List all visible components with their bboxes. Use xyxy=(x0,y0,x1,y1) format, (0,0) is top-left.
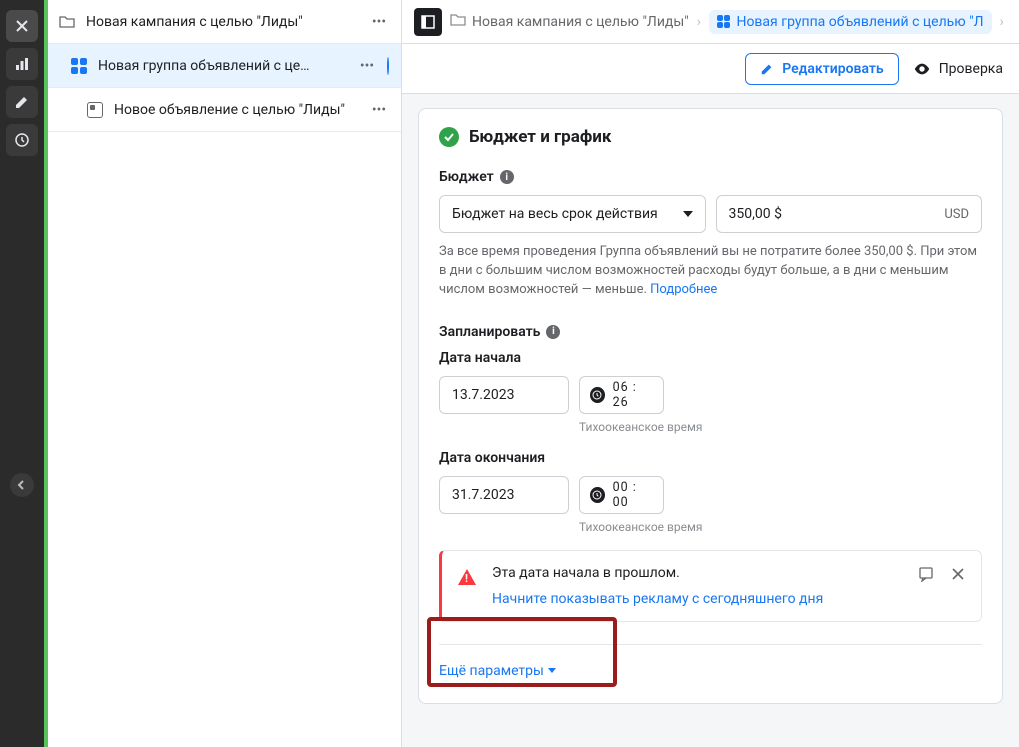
end-time-input[interactable]: 00 : 00 xyxy=(579,476,664,514)
info-icon[interactable]: i xyxy=(546,325,560,339)
adset-icon xyxy=(70,57,88,75)
tree-campaign-label: Новая кампания с целью "Лиды" xyxy=(86,14,359,30)
tree-status-bar xyxy=(44,0,48,747)
crumb-adset-label: Новая группа объявлений с целью "Л xyxy=(736,14,983,30)
main-panel: Новая кампания с целью "Лиды" › Новая гр… xyxy=(402,0,1019,747)
budget-label: Бюджет i xyxy=(439,169,982,185)
crumb-adset[interactable]: Новая группа объявлений с целью "Л xyxy=(709,10,992,34)
breadcrumb: Новая кампания с целью "Лиды" › Новая гр… xyxy=(402,0,1019,44)
budget-amount-value: 350,00 $ xyxy=(729,206,782,222)
crumb-campaign-label: Новая кампания с целью "Лиды" xyxy=(472,14,689,30)
more-options-link[interactable]: Ещё параметры xyxy=(439,663,556,679)
tree-adset-label: Новая группа объявлений с це… xyxy=(98,58,347,74)
budget-type-value: Бюджет на весь срок действия xyxy=(452,206,658,222)
edit-icon[interactable] xyxy=(6,86,38,118)
clock-icon xyxy=(590,387,605,403)
feedback-icon[interactable] xyxy=(917,565,935,583)
timezone-label: Тихоокеанское время xyxy=(579,420,982,434)
budget-currency: USD xyxy=(944,207,969,222)
close-alert-button[interactable] xyxy=(949,565,967,583)
edit-button[interactable]: Редактировать xyxy=(745,53,898,85)
tree-row-ad[interactable]: Новое объявление с целью "Лиды" ••• xyxy=(44,88,401,132)
ad-icon xyxy=(86,101,104,119)
tree-row-adset[interactable]: Новая группа объявлений с це… ••• xyxy=(44,44,401,88)
budget-schedule-card: Бюджет и график Бюджет i Бюджет на весь … xyxy=(418,108,1003,704)
learn-more-link[interactable]: Подробнее xyxy=(650,282,717,297)
clock-icon xyxy=(590,487,605,503)
tree-row-menu[interactable]: ••• xyxy=(369,12,389,32)
start-date-input[interactable]: 13.7.2023 xyxy=(439,376,569,414)
budget-type-select[interactable]: Бюджет на весь срок действия xyxy=(439,195,706,233)
caret-down-icon xyxy=(548,668,556,673)
card-title: Бюджет и график xyxy=(439,127,982,147)
schedule-label: Запланировать i xyxy=(439,324,982,340)
start-time-input[interactable]: 06 : 26 xyxy=(579,376,664,414)
info-icon[interactable]: i xyxy=(500,170,514,184)
divider xyxy=(439,644,982,645)
budget-amount-input[interactable]: 350,00 $ USD xyxy=(716,195,983,233)
check-icon xyxy=(439,127,459,147)
collapse-toolbar-button[interactable] xyxy=(10,473,34,497)
review-button-label: Проверка xyxy=(939,61,1003,77)
folder-icon xyxy=(450,12,466,32)
campaign-tree: Новая кампания с целью "Лиды" ••• Новая … xyxy=(44,0,402,747)
panel-toggle-button[interactable] xyxy=(414,8,442,36)
caret-down-icon xyxy=(683,211,693,217)
tree-row-menu[interactable]: ••• xyxy=(357,56,377,76)
warning-icon xyxy=(458,569,476,585)
alert-title: Эта дата начала в прошлом. xyxy=(492,565,917,581)
clock-icon[interactable] xyxy=(6,124,38,156)
budget-help-text: За все время проведения Группа объявлени… xyxy=(439,243,982,300)
past-date-alert: Эта дата начала в прошлом. Начните показ… xyxy=(439,550,982,622)
left-toolbar xyxy=(0,0,44,747)
folder-icon xyxy=(58,13,76,31)
action-bar: Редактировать Проверка xyxy=(402,44,1019,94)
tree-ad-label: Новое объявление с целью "Лиды" xyxy=(114,102,359,118)
card-title-text: Бюджет и график xyxy=(469,127,611,147)
timezone-label: Тихоокеанское время xyxy=(579,520,982,534)
review-indicator-icon xyxy=(387,58,389,74)
end-date-label: Дата окончания xyxy=(439,450,982,466)
end-date-input[interactable]: 31.7.2023 xyxy=(439,476,569,514)
review-button[interactable]: Проверка xyxy=(913,60,1003,78)
alert-action-link[interactable]: Начните показывать рекламу с сегодняшнег… xyxy=(492,591,917,607)
chart-icon[interactable] xyxy=(6,48,38,80)
start-date-label: Дата начала xyxy=(439,350,982,366)
chevron-right-icon: › xyxy=(697,14,701,30)
crumb-campaign[interactable]: Новая кампания с целью "Лиды" xyxy=(450,12,689,32)
tree-row-campaign[interactable]: Новая кампания с целью "Лиды" ••• xyxy=(44,0,401,44)
chevron-right-icon: › xyxy=(1000,14,1004,30)
close-button[interactable] xyxy=(6,10,38,42)
content-scroll: Бюджет и график Бюджет i Бюджет на весь … xyxy=(402,94,1019,747)
edit-button-label: Редактировать xyxy=(782,61,883,77)
adset-icon xyxy=(717,15,731,29)
tree-row-menu[interactable]: ••• xyxy=(369,100,389,120)
